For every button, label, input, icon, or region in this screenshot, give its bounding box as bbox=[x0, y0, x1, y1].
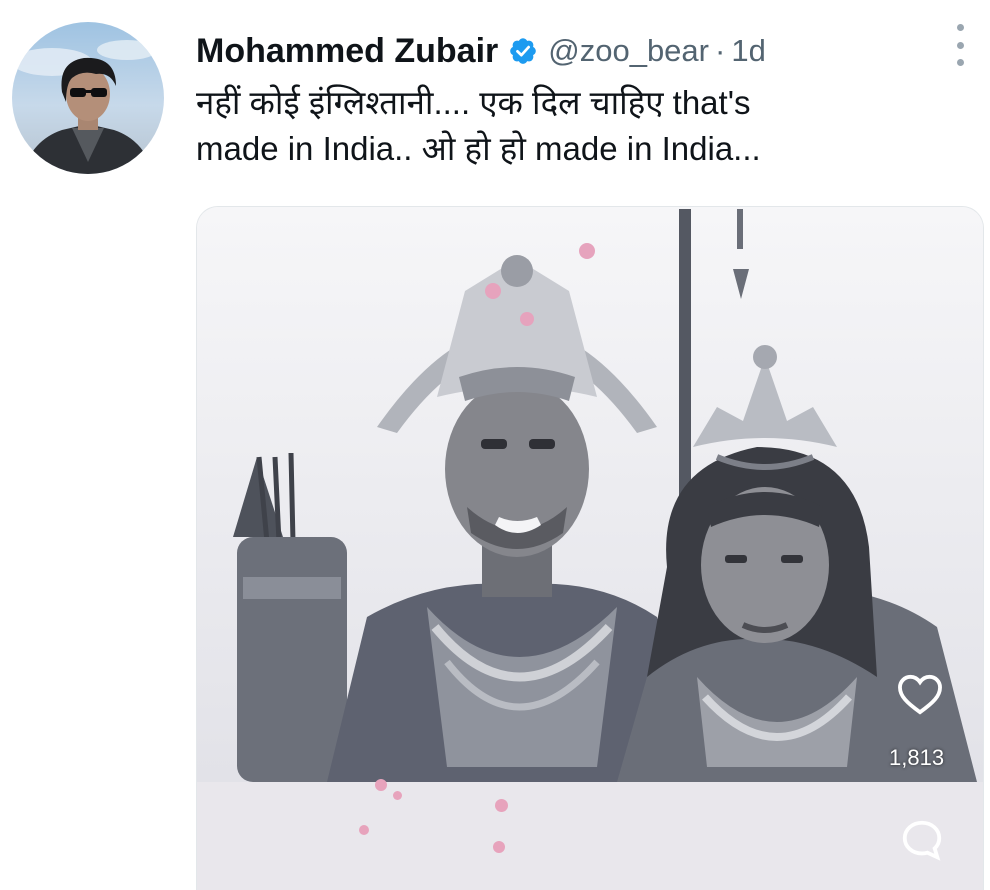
tweet-text-line: नहीं कोई इंग्लिश्तानी.... एक दिल चाहिए t… bbox=[196, 84, 751, 121]
tweet-media[interactable]: 1,813 bbox=[196, 206, 984, 890]
author-avatar[interactable] bbox=[12, 22, 164, 174]
more-options-icon[interactable] bbox=[952, 24, 968, 66]
like-count: 1,813 bbox=[889, 745, 945, 770]
petal-decoration bbox=[495, 799, 508, 812]
more-dot bbox=[956, 59, 964, 66]
media-footer bbox=[197, 782, 983, 890]
tweet-text: नहीं कोई इंग्लिश्तानी.... एक दिल चाहिए t… bbox=[196, 80, 966, 172]
tweet-text-line: made in India.. ओ हो हो made in India... bbox=[196, 130, 761, 167]
verified-badge-icon bbox=[510, 38, 537, 64]
petal-decoration bbox=[393, 791, 402, 800]
separator-dot: · bbox=[715, 33, 726, 68]
author-handle[interactable]: @zoo_bear bbox=[548, 33, 709, 69]
petal-decoration bbox=[493, 841, 505, 853]
tweet-timestamp[interactable]: 1d bbox=[731, 33, 765, 69]
media-image bbox=[197, 207, 983, 782]
petal-decoration bbox=[359, 825, 369, 835]
petal-decoration bbox=[375, 779, 387, 791]
tweet-header: Mohammed Zubair @zoo_bear · 1d bbox=[196, 26, 766, 76]
heart-icon[interactable] bbox=[897, 673, 943, 715]
more-dot bbox=[956, 41, 964, 49]
comment-icon[interactable] bbox=[899, 817, 945, 863]
avatar-photo bbox=[12, 40, 157, 174]
more-dot bbox=[956, 24, 964, 31]
author-name[interactable]: Mohammed Zubair bbox=[196, 32, 498, 71]
